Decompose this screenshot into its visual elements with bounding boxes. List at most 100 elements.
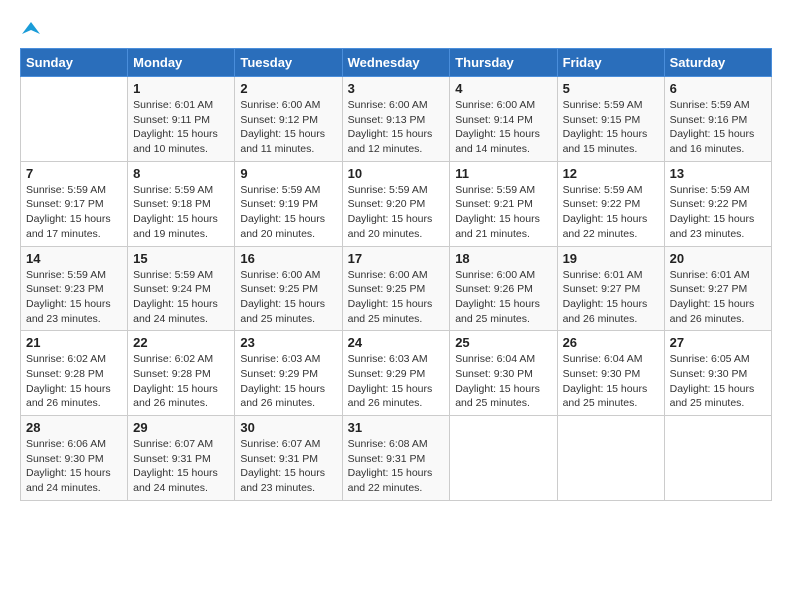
day-info: Sunrise: 6:00 AM Sunset: 9:13 PM Dayligh… bbox=[348, 98, 445, 157]
day-info: Sunrise: 6:01 AM Sunset: 9:27 PM Dayligh… bbox=[563, 268, 659, 327]
calendar-cell: 16 Sunrise: 6:00 AM Sunset: 9:25 PM Dayli… bbox=[235, 246, 342, 331]
calendar-cell: 1 Sunrise: 6:01 AM Sunset: 9:11 PM Daylig… bbox=[128, 77, 235, 162]
column-header-tuesday: Tuesday bbox=[235, 49, 342, 77]
page-header bbox=[20, 20, 772, 38]
day-number: 16 bbox=[240, 251, 336, 266]
day-number: 23 bbox=[240, 335, 336, 350]
day-info: Sunrise: 6:02 AM Sunset: 9:28 PM Dayligh… bbox=[26, 352, 122, 411]
calendar-cell: 25Sunrise: 6:04 AM Sunset: 9:30 PM Dayli… bbox=[450, 331, 557, 416]
day-info: Sunrise: 6:06 AM Sunset: 9:30 PM Dayligh… bbox=[26, 437, 122, 496]
calendar-cell: 24 Sunrise: 6:03 AM Sunset: 9:29 PM Dayli… bbox=[342, 331, 450, 416]
calendar-cell: 21 Sunrise: 6:02 AM Sunset: 9:28 PM Dayli… bbox=[21, 331, 128, 416]
day-info: Sunrise: 6:01 AM Sunset: 9:27 PM Dayligh… bbox=[670, 268, 766, 327]
day-info: Sunrise: 5:59 AM Sunset: 9:15 PM Dayligh… bbox=[563, 98, 659, 157]
calendar-table: SundayMondayTuesdayWednesdayThursdayFrid… bbox=[20, 48, 772, 501]
calendar-cell: 9 Sunrise: 5:59 AM Sunset: 9:19 PM Daylig… bbox=[235, 161, 342, 246]
day-number: 1 bbox=[133, 81, 229, 96]
day-info: Sunrise: 5:59 AM Sunset: 9:20 PM Dayligh… bbox=[348, 183, 445, 242]
calendar-cell: 14 Sunrise: 5:59 AM Sunset: 9:23 PM Dayli… bbox=[21, 246, 128, 331]
calendar-cell bbox=[664, 416, 771, 501]
day-number: 20 bbox=[670, 251, 766, 266]
calendar-cell: 31Sunrise: 6:08 AM Sunset: 9:31 PM Dayli… bbox=[342, 416, 450, 501]
calendar-cell: 11 Sunrise: 5:59 AM Sunset: 9:21 PM Dayli… bbox=[450, 161, 557, 246]
day-number: 13 bbox=[670, 166, 766, 181]
day-info: Sunrise: 6:05 AM Sunset: 9:30 PM Dayligh… bbox=[670, 352, 766, 411]
calendar-week-row: 28 Sunrise: 6:06 AM Sunset: 9:30 PM Dayli… bbox=[21, 416, 772, 501]
day-number: 21 bbox=[26, 335, 122, 350]
calendar-cell: 23 Sunrise: 6:03 AM Sunset: 9:29 PM Dayli… bbox=[235, 331, 342, 416]
day-info: Sunrise: 5:59 AM Sunset: 9:22 PM Dayligh… bbox=[563, 183, 659, 242]
day-info: Sunrise: 5:59 AM Sunset: 9:18 PM Dayligh… bbox=[133, 183, 229, 242]
day-number: 14 bbox=[26, 251, 122, 266]
day-info: Sunrise: 6:00 AM Sunset: 9:14 PM Dayligh… bbox=[455, 98, 551, 157]
day-number: 7 bbox=[26, 166, 122, 181]
day-info: Sunrise: 6:00 AM Sunset: 9:12 PM Dayligh… bbox=[240, 98, 336, 157]
day-info: Sunrise: 5:59 AM Sunset: 9:16 PM Dayligh… bbox=[670, 98, 766, 157]
day-number: 11 bbox=[455, 166, 551, 181]
calendar-cell bbox=[450, 416, 557, 501]
calendar-cell: 29 Sunrise: 6:07 AM Sunset: 9:31 PM Dayli… bbox=[128, 416, 235, 501]
calendar-cell: 18Sunrise: 6:00 AM Sunset: 9:26 PM Dayli… bbox=[450, 246, 557, 331]
calendar-cell bbox=[21, 77, 128, 162]
day-info: Sunrise: 6:04 AM Sunset: 9:30 PM Dayligh… bbox=[563, 352, 659, 411]
day-info: Sunrise: 6:00 AM Sunset: 9:26 PM Dayligh… bbox=[455, 268, 551, 327]
day-number: 9 bbox=[240, 166, 336, 181]
logo bbox=[20, 20, 40, 38]
calendar-cell: 27 Sunrise: 6:05 AM Sunset: 9:30 PM Dayli… bbox=[664, 331, 771, 416]
day-number: 25 bbox=[455, 335, 551, 350]
calendar-cell: 22 Sunrise: 6:02 AM Sunset: 9:28 PM Dayli… bbox=[128, 331, 235, 416]
column-header-thursday: Thursday bbox=[450, 49, 557, 77]
day-info: Sunrise: 5:59 AM Sunset: 9:21 PM Dayligh… bbox=[455, 183, 551, 242]
column-header-friday: Friday bbox=[557, 49, 664, 77]
column-header-wednesday: Wednesday bbox=[342, 49, 450, 77]
calendar-cell bbox=[557, 416, 664, 501]
calendar-week-row: 21 Sunrise: 6:02 AM Sunset: 9:28 PM Dayli… bbox=[21, 331, 772, 416]
day-info: Sunrise: 6:03 AM Sunset: 9:29 PM Dayligh… bbox=[348, 352, 445, 411]
day-number: 6 bbox=[670, 81, 766, 96]
day-info: Sunrise: 6:00 AM Sunset: 9:25 PM Dayligh… bbox=[240, 268, 336, 327]
column-header-sunday: Sunday bbox=[21, 49, 128, 77]
day-info: Sunrise: 5:59 AM Sunset: 9:17 PM Dayligh… bbox=[26, 183, 122, 242]
day-info: Sunrise: 6:08 AM Sunset: 9:31 PM Dayligh… bbox=[348, 437, 445, 496]
calendar-cell: 26Sunrise: 6:04 AM Sunset: 9:30 PM Dayli… bbox=[557, 331, 664, 416]
calendar-cell: 5 Sunrise: 5:59 AM Sunset: 9:15 PM Daylig… bbox=[557, 77, 664, 162]
day-info: Sunrise: 6:01 AM Sunset: 9:11 PM Dayligh… bbox=[133, 98, 229, 157]
day-number: 17 bbox=[348, 251, 445, 266]
calendar-cell: 13 Sunrise: 5:59 AM Sunset: 9:22 PM Dayli… bbox=[664, 161, 771, 246]
calendar-week-row: 7 Sunrise: 5:59 AM Sunset: 9:17 PM Daylig… bbox=[21, 161, 772, 246]
day-info: Sunrise: 6:07 AM Sunset: 9:31 PM Dayligh… bbox=[133, 437, 229, 496]
day-number: 27 bbox=[670, 335, 766, 350]
day-number: 22 bbox=[133, 335, 229, 350]
day-number: 5 bbox=[563, 81, 659, 96]
day-number: 8 bbox=[133, 166, 229, 181]
day-number: 30 bbox=[240, 420, 336, 435]
day-number: 4 bbox=[455, 81, 551, 96]
calendar-cell: 6 Sunrise: 5:59 AM Sunset: 9:16 PM Daylig… bbox=[664, 77, 771, 162]
calendar-cell: 17Sunrise: 6:00 AM Sunset: 9:25 PM Dayli… bbox=[342, 246, 450, 331]
calendar-cell: 7 Sunrise: 5:59 AM Sunset: 9:17 PM Daylig… bbox=[21, 161, 128, 246]
day-number: 10 bbox=[348, 166, 445, 181]
day-info: Sunrise: 5:59 AM Sunset: 9:22 PM Dayligh… bbox=[670, 183, 766, 242]
calendar-cell: 28 Sunrise: 6:06 AM Sunset: 9:30 PM Dayli… bbox=[21, 416, 128, 501]
day-number: 29 bbox=[133, 420, 229, 435]
day-number: 15 bbox=[133, 251, 229, 266]
day-info: Sunrise: 5:59 AM Sunset: 9:19 PM Dayligh… bbox=[240, 183, 336, 242]
logo-bird-icon bbox=[22, 20, 40, 38]
day-number: 19 bbox=[563, 251, 659, 266]
calendar-header-row: SundayMondayTuesdayWednesdayThursdayFrid… bbox=[21, 49, 772, 77]
day-number: 12 bbox=[563, 166, 659, 181]
day-info: Sunrise: 6:02 AM Sunset: 9:28 PM Dayligh… bbox=[133, 352, 229, 411]
day-info: Sunrise: 6:03 AM Sunset: 9:29 PM Dayligh… bbox=[240, 352, 336, 411]
day-number: 28 bbox=[26, 420, 122, 435]
column-header-monday: Monday bbox=[128, 49, 235, 77]
calendar-week-row: 1 Sunrise: 6:01 AM Sunset: 9:11 PM Daylig… bbox=[21, 77, 772, 162]
day-info: Sunrise: 5:59 AM Sunset: 9:24 PM Dayligh… bbox=[133, 268, 229, 327]
day-number: 3 bbox=[348, 81, 445, 96]
day-info: Sunrise: 5:59 AM Sunset: 9:23 PM Dayligh… bbox=[26, 268, 122, 327]
calendar-cell: 4 Sunrise: 6:00 AM Sunset: 9:14 PM Daylig… bbox=[450, 77, 557, 162]
calendar-cell: 3 Sunrise: 6:00 AM Sunset: 9:13 PM Daylig… bbox=[342, 77, 450, 162]
calendar-cell: 12 Sunrise: 5:59 AM Sunset: 9:22 PM Dayli… bbox=[557, 161, 664, 246]
calendar-cell: 20 Sunrise: 6:01 AM Sunset: 9:27 PM Dayli… bbox=[664, 246, 771, 331]
calendar-cell: 15 Sunrise: 5:59 AM Sunset: 9:24 PM Dayli… bbox=[128, 246, 235, 331]
day-number: 24 bbox=[348, 335, 445, 350]
